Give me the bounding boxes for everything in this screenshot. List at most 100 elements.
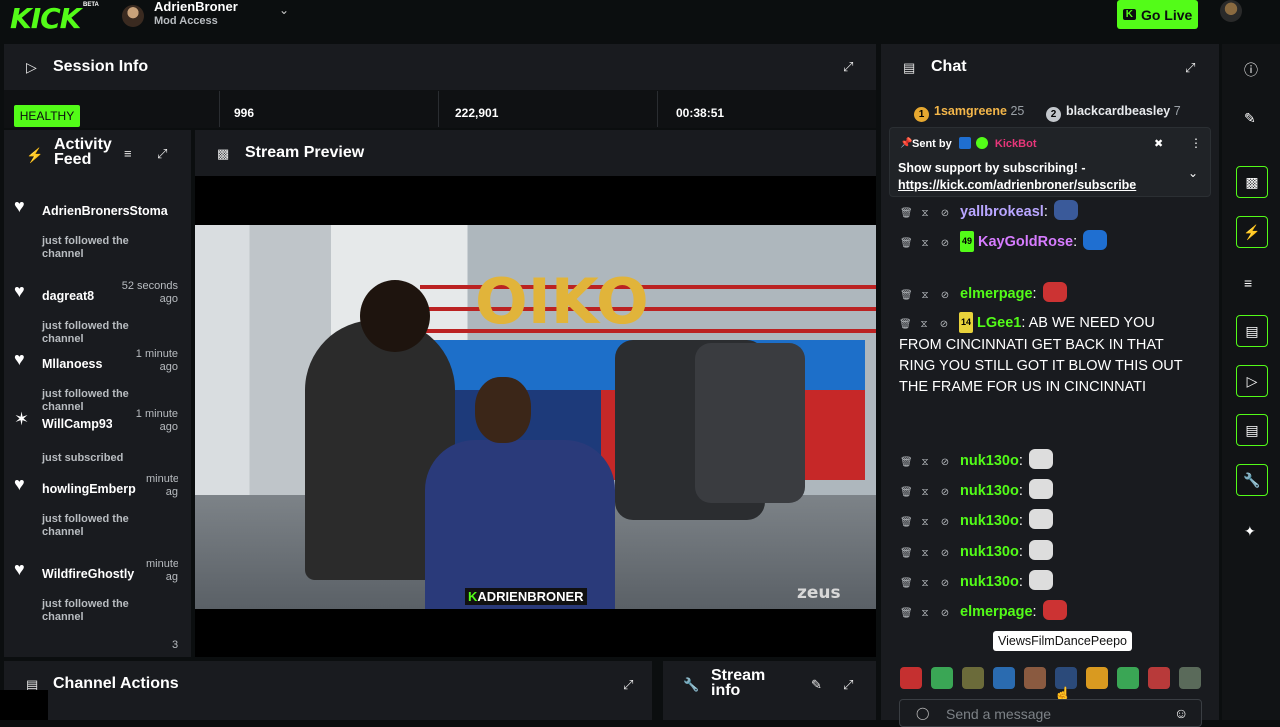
chat-message[interactable]: 🗑 ⧖ ⊘ nuk130o: (900, 509, 1055, 533)
trash-icon[interactable]: 🗑 (900, 452, 913, 473)
emote-icon[interactable] (1086, 667, 1108, 689)
chat-message[interactable]: 🗑 ⧖ ⊘ nuk130o: (900, 540, 1055, 564)
emote-icon[interactable] (900, 667, 922, 689)
feed-user-name[interactable]: WildfireGhostly (42, 567, 142, 581)
list-icon[interactable]: ≡ (1244, 275, 1252, 291)
expand-icon[interactable]: ⤢ (843, 678, 853, 691)
chat-username[interactable]: LGee1 (977, 315, 1021, 331)
chat-message[interactable]: 🗑 ⧖ ⊘ 49 KayGoldRose: (900, 230, 1109, 254)
chat-username[interactable]: elmerpage (960, 286, 1033, 302)
unpin-icon[interactable]: ✖ (1154, 137, 1163, 150)
filter-icon[interactable]: ≡ (124, 147, 132, 160)
ban-icon[interactable]: ⊘ (940, 203, 950, 224)
chat-username[interactable]: nuk130o (960, 453, 1019, 469)
ban-icon[interactable]: ⊘ (940, 285, 950, 306)
ban-icon[interactable]: ⊘ (940, 603, 950, 624)
chat-username[interactable]: yallbrokeasl (960, 204, 1044, 220)
timeout-icon[interactable]: ⧖ (919, 314, 929, 335)
edit-icon[interactable]: ✎ (811, 678, 822, 691)
trash-icon[interactable]: 🗑 (900, 482, 913, 503)
rail-button-activity[interactable]: ⚡ (1236, 216, 1268, 248)
kebab-menu-icon[interactable]: ⋮ (1190, 136, 1202, 150)
emote-icon[interactable] (1117, 667, 1139, 689)
edit-icon[interactable]: ✎ (1244, 110, 1256, 127)
rail-button-preview[interactable]: ▩ (1236, 166, 1268, 198)
chat-message[interactable]: 🗑 ⧖ ⊘ elmerpage: (900, 600, 1069, 624)
chat-message[interactable]: 🗑 ⧖ ⊘ nuk130o: (900, 449, 1055, 473)
chat-message[interactable]: 🗑 ⧖ ⊘ nuk130o: (900, 479, 1055, 503)
chat-message[interactable]: 🗑 ⧖ ⊘ elmerpage: (900, 282, 1069, 306)
chat-username[interactable]: KayGoldRose (978, 234, 1073, 250)
emote-icon[interactable] (1148, 667, 1170, 689)
chat-username[interactable]: nuk130o (960, 574, 1019, 590)
channel-name[interactable]: AdrienBroner (154, 0, 238, 14)
chat-input[interactable]: ◯ Send a message ☺ (899, 699, 1202, 727)
expand-icon[interactable]: ⤢ (1185, 61, 1195, 74)
feed-user-name[interactable]: WillCamp93 (42, 417, 112, 431)
trash-icon[interactable]: 🗑 (900, 603, 913, 624)
bot-badge-icon (958, 137, 971, 149)
drag-layout-icon[interactable]: ✦ (1244, 523, 1256, 540)
account-avatar[interactable] (1220, 0, 1242, 22)
rail-button-chat[interactable]: ▤ (1236, 315, 1268, 347)
ban-icon[interactable]: ⊘ (940, 452, 950, 473)
emoji-icon[interactable]: ☺ (1174, 705, 1188, 721)
kick-logo[interactable]: KICK (10, 2, 81, 35)
collapsed-tab[interactable] (0, 690, 48, 720)
timeout-icon[interactable]: ⧖ (920, 452, 930, 473)
timeout-icon[interactable]: ⧖ (920, 603, 930, 624)
expand-icon[interactable]: ⤢ (843, 60, 853, 73)
ban-icon[interactable]: ⊘ (940, 543, 950, 564)
avatar[interactable] (122, 5, 144, 27)
ban-icon[interactable]: ⊘ (940, 512, 950, 533)
subscribe-link[interactable]: https://kick.com/adrienbroner/subscribe (898, 178, 1136, 192)
rail-button-stream-info[interactable]: 🔧 (1236, 464, 1268, 496)
trash-icon[interactable]: 🗑 (900, 203, 913, 224)
timeout-icon[interactable]: ⧖ (920, 573, 930, 594)
ban-icon[interactable]: ⊘ (940, 573, 950, 594)
ban-icon[interactable]: ⊘ (940, 233, 950, 254)
trash-icon[interactable]: 🗑 (900, 285, 913, 306)
info-icon[interactable]: ⓘ (1244, 60, 1258, 80)
rail-button-session[interactable]: ▷ (1236, 365, 1268, 397)
chat-username[interactable]: nuk130o (960, 483, 1019, 499)
ban-icon[interactable]: ⊘ (939, 314, 949, 335)
expand-icon[interactable]: ⤢ (157, 147, 167, 160)
timeout-icon[interactable]: ⧖ (920, 543, 930, 564)
stream-video[interactable]: OIKO KADRIENBRONER zeus (195, 225, 876, 609)
timeout-icon[interactable]: ⧖ (920, 203, 930, 224)
leaderboard-entry[interactable]: 2 blackcardbeasley 7 (1046, 104, 1181, 122)
chevron-down-icon[interactable]: ⌄ (279, 3, 289, 17)
timeout-icon[interactable]: ⧖ (920, 285, 930, 306)
chat-message[interactable]: 🗑 ⧖ ⊘ 14 LGee1: AB WE NEED YOU FROM CINCINNA… (899, 312, 1199, 398)
chat-message[interactable]: 🗑 ⧖ ⊘ yallbrokeasl: (900, 200, 1080, 224)
trash-icon[interactable]: 🗑 (899, 314, 912, 335)
timeout-icon[interactable]: ⧖ (920, 482, 930, 503)
emote-icon[interactable] (993, 667, 1015, 689)
chat-message[interactable]: 🗑 ⧖ ⊘ nuk130o: (900, 570, 1055, 594)
emote-icon[interactable] (1024, 667, 1046, 689)
emote-icon[interactable] (1179, 667, 1201, 689)
trash-icon[interactable]: 🗑 (900, 233, 913, 254)
go-live-button[interactable]: K Go Live (1117, 0, 1198, 29)
leaderboard-entry[interactable]: 1 1samgreene 25 (914, 104, 1024, 122)
chat-username[interactable]: nuk130o (960, 544, 1019, 560)
trash-icon[interactable]: 🗑 (900, 512, 913, 533)
feed-user-name[interactable]: howlingEmberp (42, 482, 142, 496)
trash-icon[interactable]: 🗑 (900, 573, 913, 594)
emote-icon[interactable] (962, 667, 984, 689)
lightning-icon: ⚡ (26, 147, 44, 163)
timeout-icon[interactable]: ⧖ (920, 233, 930, 254)
feed-user-name[interactable]: dagreat8 (42, 289, 112, 303)
chat-username[interactable]: nuk130o (960, 513, 1019, 529)
trash-icon[interactable]: 🗑 (900, 543, 913, 564)
rail-button-actions[interactable]: ▤ (1236, 414, 1268, 446)
chat-username[interactable]: elmerpage (960, 604, 1033, 620)
emote-icon[interactable] (931, 667, 953, 689)
chevron-down-icon[interactable]: ⌄ (1188, 166, 1198, 180)
ban-icon[interactable]: ⊘ (940, 482, 950, 503)
expand-icon[interactable]: ⤢ (623, 678, 633, 691)
timeout-icon[interactable]: ⧖ (920, 512, 930, 533)
feed-user-name[interactable]: AdrienBronersStoma (42, 204, 174, 218)
feed-user-name[interactable]: Mllanoess (42, 357, 112, 371)
